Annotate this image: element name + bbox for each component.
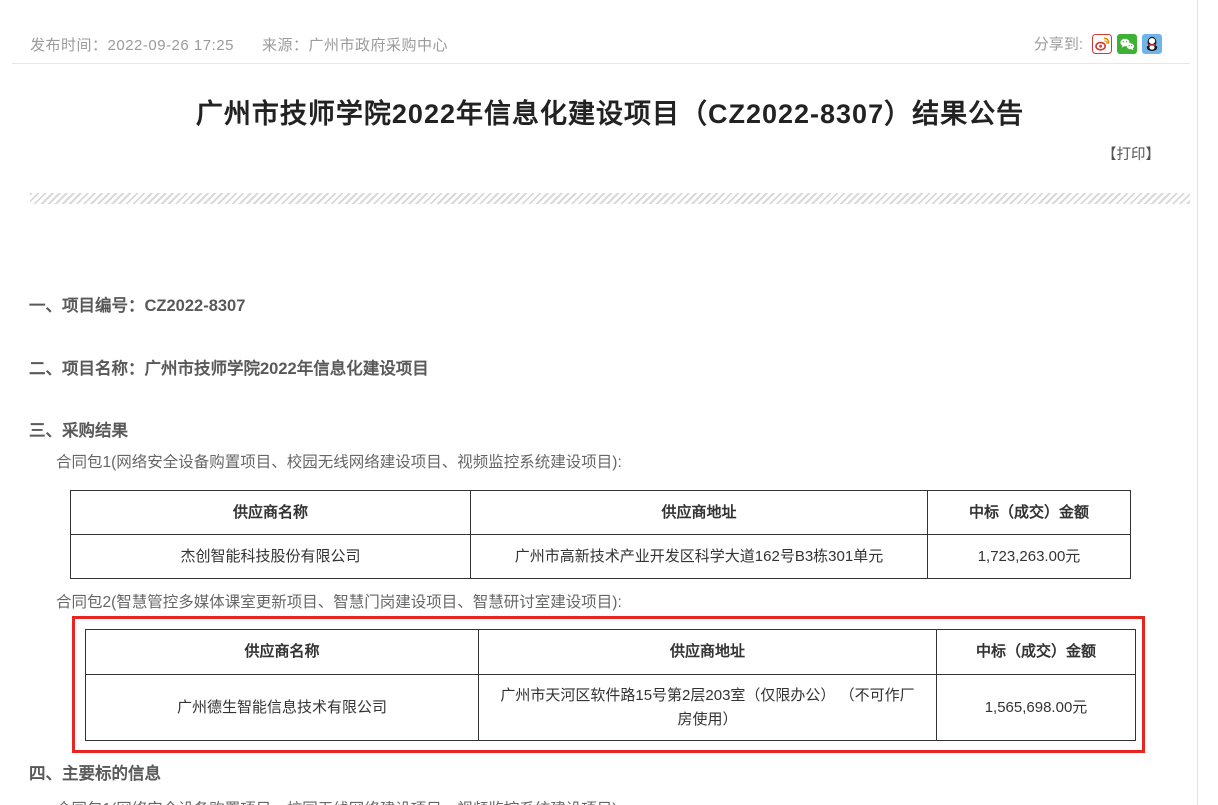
wechat-share-icon[interactable] — [1117, 34, 1137, 54]
table-header-cell: 供应商地址 — [471, 491, 928, 535]
source-value: 广州市政府采购中心 — [308, 37, 448, 54]
award-amount-cell: 1,723,263.00元 — [928, 535, 1131, 579]
qq-share-icon[interactable] — [1142, 34, 1162, 54]
package1-intro: 合同包1(网络安全设备购置项目、校园无线网络建设项目、视频监控系统建设项目): — [56, 450, 622, 472]
table-header-cell: 中标（成交）金额 — [937, 630, 1136, 675]
section-project-name: 二、项目名称：广州市技师学院2022年信息化建设项目 — [29, 355, 429, 379]
package1-result-table: 供应商名称 供应商地址 中标（成交）金额 杰创智能科技股份有限公司 广州市高新技… — [70, 490, 1131, 579]
hatched-divider — [30, 193, 1190, 204]
weibo-share-icon[interactable] — [1092, 34, 1112, 54]
table-header-cell: 中标（成交）金额 — [928, 491, 1131, 535]
clipped-bottom-line: 合同包1(网络安全设备购置项目、校园无线网络建设项目、视频监控系统建设项目): — [56, 797, 622, 805]
page-title: 广州市技师学院2022年信息化建设项目（CZ2022-8307）结果公告 — [30, 92, 1190, 131]
table-row: 广州德生智能信息技术有限公司 广州市天河区软件路15号第2层203室（仅限办公）… — [86, 675, 1136, 741]
package2-result-table: 供应商名称 供应商地址 中标（成交）金额 广州德生智能信息技术有限公司 广州市天… — [85, 629, 1136, 741]
award-amount-cell: 1,565,698.00元 — [937, 675, 1136, 741]
package2-intro: 合同包2(智慧管控多媒体课室更新项目、智慧门岗建设项目、智慧研讨室建设项目): — [56, 590, 622, 612]
table-header-row: 供应商名称 供应商地址 中标（成交）金额 — [86, 630, 1136, 675]
supplier-name-cell: 广州德生智能信息技术有限公司 — [86, 675, 479, 741]
source-label: 来源： — [262, 37, 309, 54]
table-row: 杰创智能科技股份有限公司 广州市高新技术产业开发区科学大道162号B3栋301单… — [71, 535, 1131, 579]
announcement-page: 发布时间：2022-09-26 17:25 来源：广州市政府采购中心 分享到: — [0, 0, 1218, 805]
supplier-address-cell: 广州市天河区软件路15号第2层203室（仅限办公） （不可作厂房使用） — [479, 675, 937, 741]
table-header-cell: 供应商名称 — [71, 491, 471, 535]
share-box: 分享到: — [1034, 33, 1162, 54]
supplier-name-cell: 杰创智能科技股份有限公司 — [71, 535, 471, 579]
share-label: 分享到: — [1034, 33, 1083, 54]
supplier-address-cell: 广州市高新技术产业开发区科学大道162号B3栋301单元 — [471, 535, 928, 579]
publish-time-value: 2022-09-26 17:25 — [108, 37, 234, 54]
section-project-number: 一、项目编号：CZ2022-8307 — [29, 292, 245, 316]
table-header-cell: 供应商名称 — [86, 630, 479, 675]
table-header-row: 供应商名称 供应商地址 中标（成交）金额 — [71, 491, 1131, 535]
print-button[interactable]: 【打印】 — [1102, 143, 1160, 164]
vertical-divider — [1197, 0, 1198, 805]
meta-bar: 发布时间：2022-09-26 17:25 来源：广州市政府采购中心 — [30, 34, 448, 55]
table-header-cell: 供应商地址 — [479, 630, 937, 675]
section-procurement-result: 三、采购结果 — [29, 417, 128, 441]
top-separator — [12, 63, 1190, 64]
publish-time-label: 发布时间： — [30, 37, 108, 54]
section-main-subject-info: 四、主要标的信息 — [29, 760, 161, 784]
